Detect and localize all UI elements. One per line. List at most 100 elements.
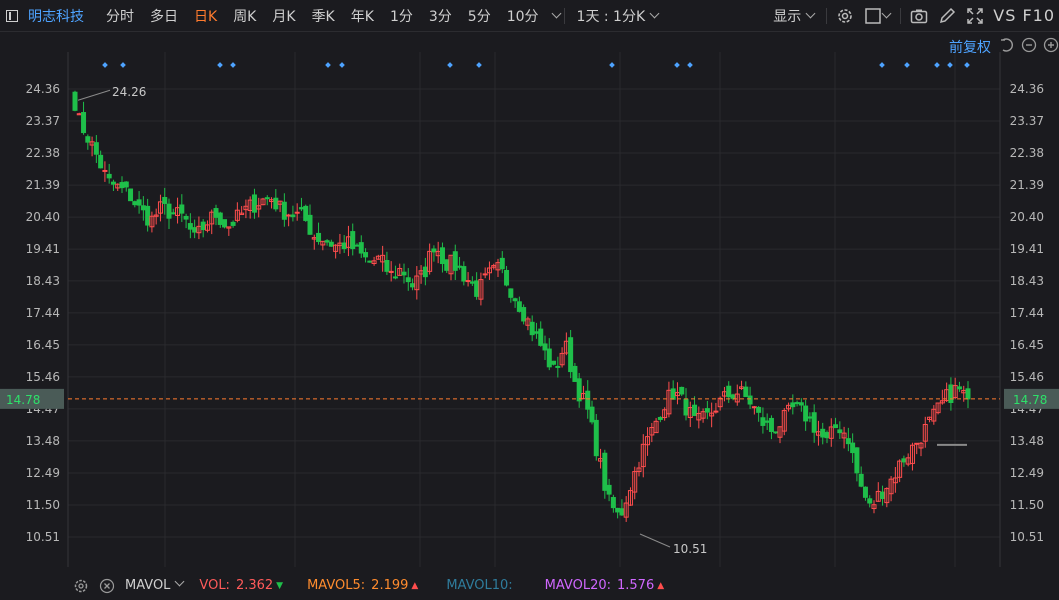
zoom-out-icon[interactable] — [1021, 37, 1037, 53]
candle-body — [119, 182, 125, 189]
tab-10min[interactable]: 10分 — [499, 6, 547, 26]
current-price-left: 14.78 — [6, 393, 40, 407]
tab-3min[interactable]: 3分 — [421, 6, 460, 26]
panel-toggle-icon[interactable] — [6, 9, 18, 22]
layout-square-icon[interactable] — [864, 7, 882, 25]
fullscreen-icon[interactable] — [966, 7, 984, 25]
candle-body — [692, 404, 698, 417]
candle-body — [824, 432, 830, 439]
divider — [563, 7, 565, 24]
divider — [900, 7, 902, 24]
candle-body — [914, 442, 920, 445]
candle-body — [572, 365, 578, 382]
pen-draw-icon[interactable] — [938, 7, 956, 25]
event-marker — [102, 62, 108, 68]
tab-multi-day[interactable]: 多日 — [142, 6, 186, 26]
y-tick-label-right: 13.48 — [1010, 434, 1044, 448]
candle-body — [187, 223, 193, 230]
y-tick-label-right: 10.51 — [1010, 530, 1044, 544]
candle-body — [290, 214, 296, 218]
down-arrow-icon: ▼ — [276, 580, 284, 591]
indicator-select[interactable]: MAVOL — [125, 576, 185, 593]
candle-body — [798, 402, 804, 406]
candle-body — [461, 266, 467, 282]
display-button[interactable]: 显示 — [765, 6, 822, 26]
close-icon[interactable] — [99, 578, 115, 594]
candle-body — [140, 205, 146, 211]
undo-icon[interactable] — [999, 37, 1015, 53]
candle-body — [307, 214, 313, 235]
mavol10-label: MAVOL10: — [446, 578, 513, 593]
gear-icon[interactable] — [73, 578, 89, 594]
tab-1min[interactable]: 1分 — [382, 6, 421, 26]
tab-weekly-k[interactable]: 周K — [225, 6, 264, 26]
candle-body — [431, 248, 437, 253]
up-arrow-icon: ▲ — [657, 580, 665, 591]
gear-icon[interactable] — [836, 7, 854, 25]
candle-body — [136, 199, 142, 206]
tab-intraday[interactable]: 分时 — [98, 6, 142, 26]
candle-body — [533, 331, 539, 334]
chevron-down-icon — [174, 576, 185, 587]
candle-body — [589, 406, 595, 423]
event-marker — [964, 62, 970, 68]
period-select[interactable]: 1天 : 1分K — [569, 6, 667, 26]
candle-body — [281, 201, 287, 220]
candle-body — [773, 431, 779, 434]
candle-body — [811, 412, 817, 433]
event-marker — [447, 62, 453, 68]
tab-monthly-k[interactable]: 月K — [264, 6, 303, 26]
tab-quarterly-k[interactable]: 季K — [304, 6, 343, 26]
candle-body — [358, 242, 364, 254]
candle-body — [213, 208, 219, 218]
y-tick-label-right: 21.39 — [1010, 178, 1044, 192]
vs-f10-button[interactable]: VS F10 — [993, 6, 1055, 25]
event-marker — [339, 62, 345, 68]
candle-body — [901, 458, 907, 463]
candle-body — [679, 386, 685, 395]
candle-body — [401, 271, 407, 276]
candle-body — [760, 417, 766, 426]
y-tick-label-left: 13.48 — [26, 434, 60, 448]
candle-body — [576, 378, 582, 402]
y-tick-label-right: 23.37 — [1010, 114, 1044, 128]
period-select-label: 1天 : 1分K — [576, 8, 646, 25]
candle-body — [807, 416, 813, 419]
event-marker — [674, 62, 680, 68]
candle-body — [948, 384, 954, 404]
candle-body — [273, 197, 279, 210]
candle-body — [956, 386, 962, 390]
candle-body — [72, 91, 78, 111]
candlestick-chart[interactable]: 24.36 24.36 23.37 23.37 22.38 22.38 21.39 21.39… — [0, 32, 1059, 570]
tab-yearly-k[interactable]: 年K — [343, 6, 382, 26]
event-marker — [947, 62, 953, 68]
candle-body — [145, 205, 151, 226]
candle-body — [619, 508, 625, 516]
y-tick-label-left: 15.46 — [26, 370, 60, 384]
candle-body — [820, 428, 826, 438]
candle-body — [845, 438, 851, 445]
stock-name[interactable]: 明志科技 — [28, 6, 84, 26]
tab-5min[interactable]: 5分 — [460, 6, 499, 26]
candle-body — [862, 486, 868, 498]
mavol5-label: MAVOL5: — [307, 578, 366, 593]
y-tick-label-right: 24.36 — [1010, 82, 1044, 96]
more-periods-chevron-icon[interactable] — [551, 8, 561, 19]
candle-body — [230, 221, 236, 226]
candle-body — [98, 154, 104, 169]
y-tick-label-right: 12.49 — [1010, 466, 1044, 480]
zoom-in-icon[interactable] — [1043, 37, 1059, 53]
chevron-down-icon[interactable] — [881, 8, 892, 19]
chart-tools — [993, 37, 1059, 53]
adjust-mode-button[interactable]: 前复权 — [949, 37, 991, 57]
candle-body — [341, 242, 347, 250]
candle-body — [410, 283, 416, 288]
camera-icon[interactable] — [910, 7, 928, 25]
candle-body — [768, 417, 774, 432]
candle-body — [880, 491, 886, 499]
tab-daily-k[interactable]: 日K — [186, 6, 225, 26]
candle-body — [726, 385, 732, 398]
chevron-down-icon — [649, 8, 660, 18]
event-marker — [609, 62, 615, 68]
y-tick-label-left: 24.36 — [26, 82, 60, 96]
